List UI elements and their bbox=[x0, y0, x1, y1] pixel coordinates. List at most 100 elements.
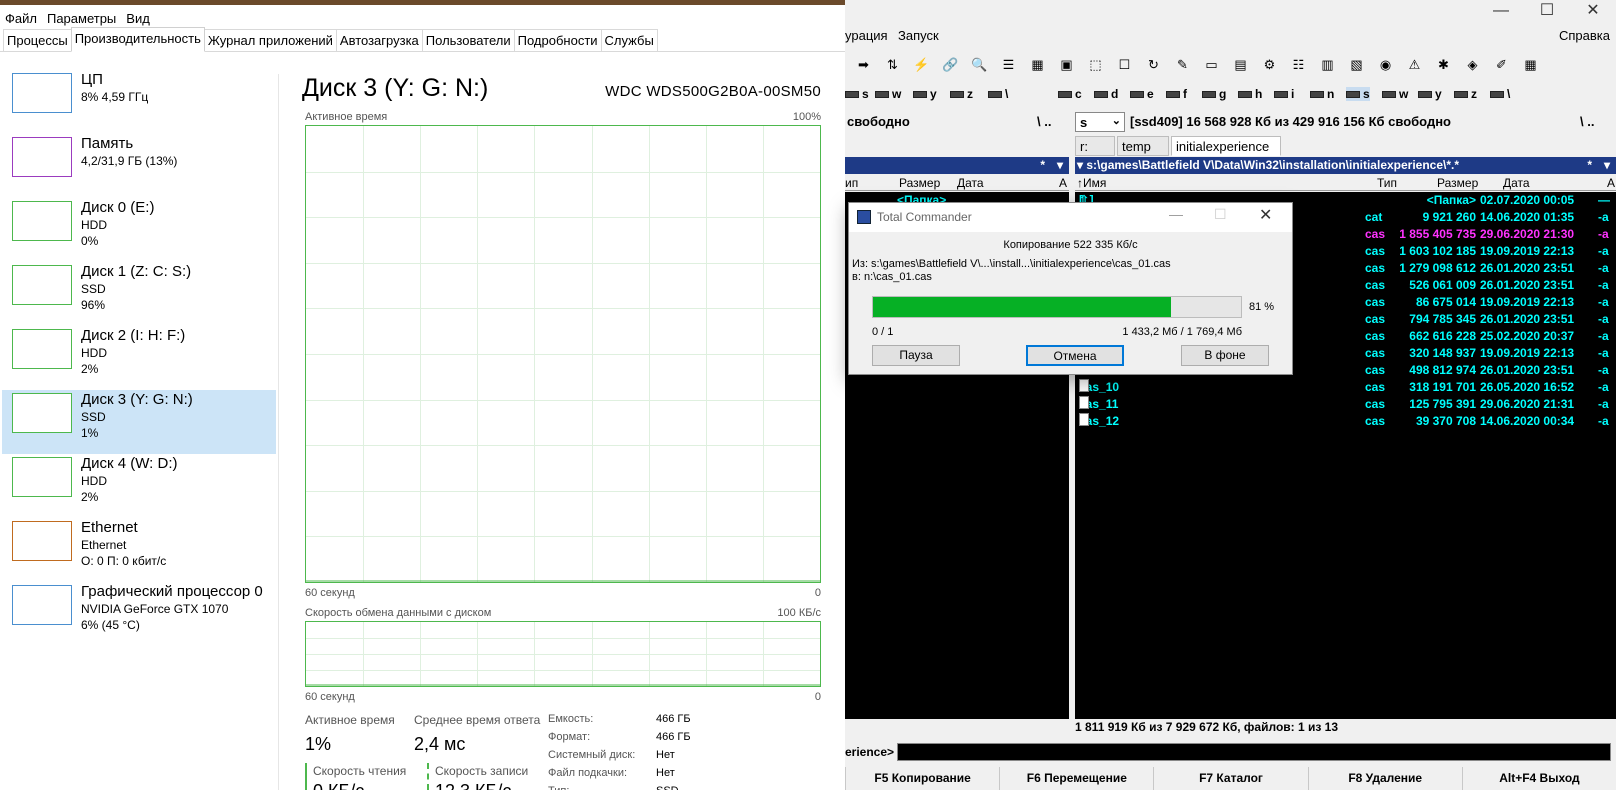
tab-services[interactable]: Службы bbox=[600, 29, 658, 51]
drive-button-right[interactable]: e bbox=[1130, 87, 1154, 101]
drive-button-right[interactable]: n bbox=[1310, 87, 1334, 101]
drive-button-right[interactable]: g bbox=[1202, 87, 1226, 101]
device-item[interactable]: Диск 1 (Z: C: S:) SSD 96% bbox=[2, 262, 276, 326]
col-attr[interactable]: А bbox=[1059, 175, 1067, 191]
menu-configuration[interactable]: урация bbox=[845, 28, 888, 43]
device-item[interactable]: Диск 4 (W: D:) HDD 2% bbox=[2, 454, 276, 518]
tab-processes[interactable]: Процессы bbox=[3, 29, 72, 51]
col-date[interactable]: Дата bbox=[957, 175, 984, 191]
drive-button-left[interactable]: s bbox=[845, 87, 869, 101]
right-drive-select[interactable]: s ⌄ bbox=[1075, 112, 1125, 132]
edit-icon[interactable]: ✎ bbox=[1172, 54, 1193, 75]
table-row[interactable]: cas_11 cas 125 795 391 29.06.2020 21:31 -a bbox=[1075, 396, 1616, 412]
minimize-icon[interactable]: — bbox=[1169, 206, 1183, 222]
drive-button-left[interactable]: y bbox=[913, 87, 937, 101]
monitor-icon[interactable]: ▭ bbox=[1201, 54, 1222, 75]
ftp-icon[interactable]: ⚡ bbox=[911, 54, 932, 75]
col-type[interactable]: Тип bbox=[1377, 175, 1397, 191]
grid-icon[interactable]: ▦ bbox=[1027, 54, 1048, 75]
col-name[interactable]: ↑ Имя bbox=[1077, 175, 1106, 191]
cancel-button[interactable]: Отмена bbox=[1026, 345, 1124, 366]
device-item[interactable]: Память 4,2/31,9 ГБ (13%) bbox=[2, 134, 276, 198]
drive-button-right[interactable]: \ bbox=[1490, 87, 1510, 101]
tab-startup[interactable]: Автозагрузка bbox=[335, 29, 423, 51]
tab-r[interactable]: r: bbox=[1075, 136, 1115, 156]
notepad-icon[interactable]: ✐ bbox=[1491, 54, 1512, 75]
drive-button-left[interactable]: w bbox=[875, 87, 901, 101]
device-item[interactable]: ЦП 8% 4,59 ГГц bbox=[2, 70, 276, 134]
f6-move-button[interactable]: F6 Перемещение bbox=[999, 767, 1153, 790]
search-icon[interactable]: 🔍 bbox=[969, 54, 990, 75]
forward-icon[interactable]: ➡ bbox=[853, 54, 874, 75]
right-nav[interactable]: \ .. bbox=[1580, 114, 1594, 129]
sync-icon[interactable]: ⇅ bbox=[882, 54, 903, 75]
col-type[interactable]: ип bbox=[845, 175, 858, 191]
menu-view[interactable]: Вид bbox=[121, 7, 155, 27]
menu-launch[interactable]: Запуск bbox=[898, 28, 939, 43]
background-button[interactable]: В фоне bbox=[1181, 345, 1269, 366]
pack-icon[interactable]: ▣ bbox=[1056, 54, 1077, 75]
device-item[interactable]: Диск 2 (I: H: F:) HDD 2% bbox=[2, 326, 276, 390]
drive-button-right[interactable]: y bbox=[1418, 87, 1442, 101]
copy-icon[interactable]: ▤ bbox=[1230, 54, 1251, 75]
app-icon[interactable]: ▦ bbox=[1520, 54, 1541, 75]
f8-delete-button[interactable]: F8 Удаление bbox=[1307, 767, 1462, 790]
settings-icon[interactable]: ⚙ bbox=[1259, 54, 1280, 75]
drive-button-right[interactable]: f bbox=[1166, 87, 1187, 101]
col-size[interactable]: Размер bbox=[1437, 175, 1478, 191]
chevron-down-icon[interactable]: ▾ bbox=[1057, 157, 1063, 174]
f7-mkdir-button[interactable]: F7 Каталог bbox=[1153, 767, 1307, 790]
user-icon[interactable]: ◉ bbox=[1375, 54, 1396, 75]
tab-initialexperience[interactable]: initialexperience bbox=[1171, 136, 1281, 156]
maximize-button[interactable]: ☐ bbox=[1524, 0, 1570, 22]
window-icon[interactable]: ☐ bbox=[1114, 54, 1135, 75]
tab-details[interactable]: Подробности bbox=[513, 29, 602, 51]
drive-button-right[interactable]: z bbox=[1454, 87, 1477, 101]
col-size[interactable]: Размер bbox=[899, 175, 940, 191]
table-row[interactable]: cas_12 cas 39 370 708 14.06.2020 00:34 -a bbox=[1075, 413, 1616, 429]
device-item[interactable]: Ethernet Ethernet О: 0 П: 0 кбит/с bbox=[2, 518, 276, 582]
tool-icon[interactable]: ▥ bbox=[1317, 54, 1338, 75]
tab-app-history[interactable]: Журнал приложений bbox=[203, 29, 337, 51]
pause-button[interactable]: Пауза bbox=[872, 345, 960, 366]
list-icon[interactable]: ☰ bbox=[998, 54, 1019, 75]
star-icon[interactable]: * bbox=[1587, 157, 1592, 174]
device-item[interactable]: Графический процессор 0 NVIDIA GeForce GT… bbox=[2, 582, 276, 646]
app-icon[interactable]: ◈ bbox=[1462, 54, 1483, 75]
drive-button-left[interactable]: z bbox=[950, 87, 973, 101]
close-button[interactable]: ✕ bbox=[1570, 0, 1616, 22]
tool-icon[interactable]: ▧ bbox=[1346, 54, 1367, 75]
drive-button-right[interactable]: w bbox=[1382, 87, 1408, 101]
table-row[interactable]: cas_10 cas 318 191 701 26.05.2020 16:52 -a bbox=[1075, 379, 1616, 395]
tab-users[interactable]: Пользователи bbox=[421, 29, 515, 51]
star-icon[interactable]: * bbox=[1040, 157, 1045, 174]
menu-file[interactable]: Файл bbox=[0, 7, 42, 27]
refresh-icon[interactable]: ↻ bbox=[1143, 54, 1164, 75]
left-nav[interactable]: \ .. bbox=[1037, 114, 1051, 129]
menu-help[interactable]: Справка bbox=[1559, 28, 1610, 43]
app-icon[interactable]: ✱ bbox=[1433, 54, 1454, 75]
url-icon[interactable]: 🔗 bbox=[940, 54, 961, 75]
drive-button-left[interactable]: \ bbox=[988, 87, 1008, 101]
menu-options[interactable]: Параметры bbox=[42, 7, 121, 27]
chevron-down-icon[interactable]: ▾ bbox=[1604, 157, 1610, 174]
drive-button-right[interactable]: s bbox=[1346, 87, 1370, 101]
altf4-exit-button[interactable]: Alt+F4 Выход bbox=[1461, 767, 1616, 790]
minimize-button[interactable]: — bbox=[1478, 0, 1524, 22]
f5-copy-button[interactable]: F5 Копирование bbox=[845, 767, 999, 790]
command-input[interactable] bbox=[897, 743, 1611, 761]
disk-icon[interactable]: ⬚ bbox=[1085, 54, 1106, 75]
drive-button-right[interactable]: i bbox=[1274, 87, 1294, 101]
tab-performance[interactable]: Производительность bbox=[70, 27, 205, 52]
right-path-bar[interactable]: ▾ s:\games\Battlefield V\Data\Win32\inst… bbox=[1075, 157, 1616, 174]
drive-button-right[interactable]: d bbox=[1094, 87, 1118, 101]
close-icon[interactable]: ✕ bbox=[1259, 205, 1272, 225]
device-item[interactable]: Диск 0 (E:) HDD 0% bbox=[2, 198, 276, 262]
drive-button-right[interactable]: c bbox=[1058, 87, 1082, 101]
drive-button-right[interactable]: h bbox=[1238, 87, 1262, 101]
device-item[interactable]: Диск 3 (Y: G: N:) SSD 1% bbox=[2, 390, 276, 454]
col-date[interactable]: Дата bbox=[1503, 175, 1530, 191]
tab-temp[interactable]: temp bbox=[1117, 136, 1169, 156]
col-attr[interactable]: А bbox=[1607, 175, 1615, 191]
warning-icon[interactable]: ⚠ bbox=[1404, 54, 1425, 75]
